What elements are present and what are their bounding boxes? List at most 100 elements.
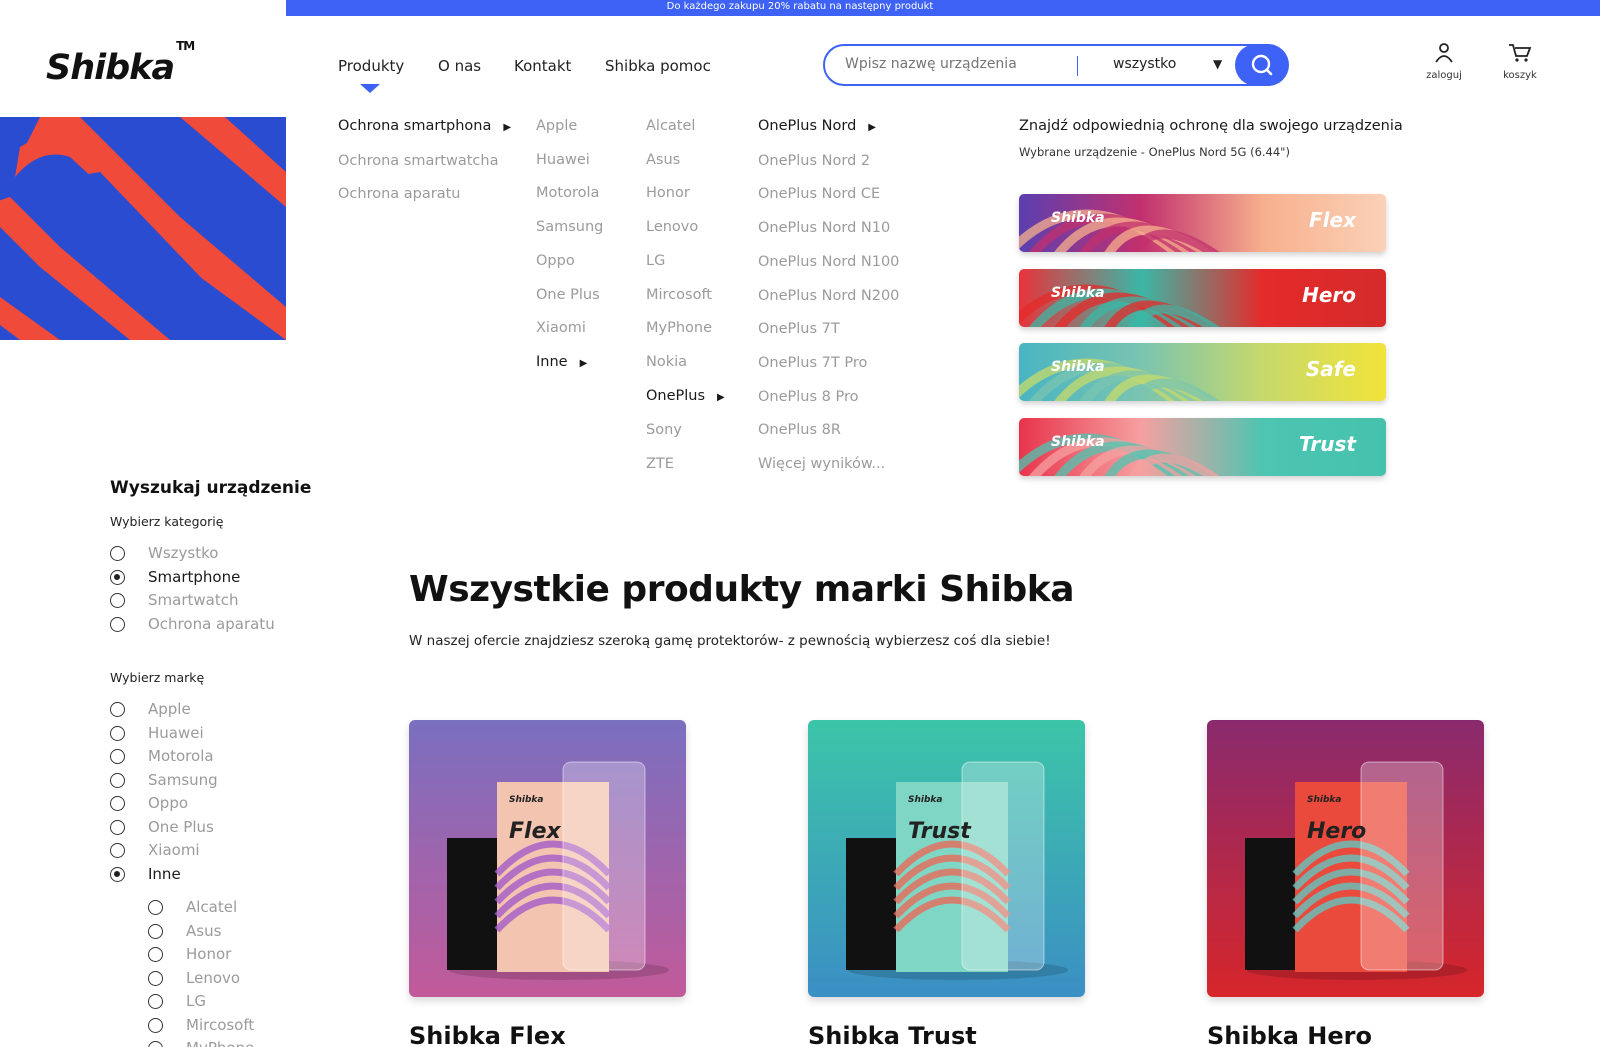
- banner-flex[interactable]: Shibka Flex: [1019, 194, 1386, 252]
- menu-model-item[interactable]: OnePlus Nord N200: [758, 280, 958, 314]
- radio-option[interactable]: Asus: [148, 920, 254, 944]
- product-name[interactable]: Shibka Trust: [808, 1022, 977, 1047]
- menu-model-item[interactable]: OnePlus 7T Pro: [758, 347, 958, 381]
- radio-option[interactable]: Smartphone: [110, 566, 275, 590]
- menu-brand-item[interactable]: Samsung: [536, 211, 636, 245]
- menu-brand-item[interactable]: One Plus: [536, 279, 636, 313]
- menu-model-item[interactable]: OnePlus Nord N100: [758, 246, 958, 280]
- search-category-select[interactable]: wszystko: [1113, 56, 1176, 72]
- menu-other-brand-item[interactable]: ZTE: [646, 448, 756, 482]
- menu-other-brand-item[interactable]: Lenovo: [646, 211, 756, 245]
- radio-option[interactable]: MyPhone: [148, 1037, 254, 1047]
- menu-model-item[interactable]: OnePlus 8 Pro: [758, 381, 958, 415]
- menu-model-item[interactable]: OnePlus 7T: [758, 313, 958, 347]
- product-name[interactable]: Shibka Flex: [409, 1022, 566, 1047]
- radio-option[interactable]: Smartwatch: [110, 589, 275, 613]
- banner-trust[interactable]: Shibka Trust: [1019, 418, 1386, 476]
- radio-button[interactable]: [148, 1017, 163, 1033]
- radio-option[interactable]: Alcatel: [148, 896, 254, 920]
- radio-label: Ochrona aparatu: [148, 614, 275, 633]
- radio-button[interactable]: [110, 725, 125, 741]
- radio-label: Huawei: [148, 723, 204, 742]
- radio-option[interactable]: Apple: [110, 698, 218, 722]
- menu-category-item[interactable]: Ochrona aparatu: [338, 178, 518, 212]
- banner-hero[interactable]: Shibka Hero: [1019, 269, 1386, 327]
- menu-category-item[interactable]: Ochrona smartwatcha: [338, 145, 518, 179]
- radio-option[interactable]: Motorola: [110, 745, 218, 769]
- radio-option[interactable]: One Plus: [110, 816, 218, 840]
- radio-option[interactable]: Lenovo: [148, 967, 254, 991]
- menu-other-brand-item[interactable]: LG: [646, 245, 756, 279]
- radio-button[interactable]: [110, 546, 125, 562]
- glass-protector: [1360, 761, 1444, 971]
- menu-brand-item[interactable]: Huawei: [536, 144, 636, 178]
- menu-brand-label: Inne: [536, 353, 568, 370]
- product-card-trust[interactable]: Shibka Trust: [808, 720, 1085, 997]
- search-button[interactable]: [1235, 44, 1289, 86]
- nav-produkty[interactable]: Produkty: [338, 57, 404, 75]
- radio-option[interactable]: Ochrona aparatu: [110, 613, 275, 637]
- menu-brand-item[interactable]: Inne ▶: [536, 346, 636, 381]
- radio-button[interactable]: [110, 843, 125, 859]
- menu-other-brand-item[interactable]: MyPhone: [646, 312, 756, 346]
- radio-button[interactable]: [148, 900, 163, 916]
- radio-option[interactable]: Honor: [148, 943, 254, 967]
- menu-model-item[interactable]: OnePlus Nord CE: [758, 178, 958, 212]
- radio-option[interactable]: Wszystko: [110, 542, 275, 566]
- nav-o-nas[interactable]: O nas: [438, 57, 481, 75]
- selected-device-text: Wybrane urządzenie - OnePlus Nord 5G (6.…: [1019, 145, 1290, 159]
- radio-option[interactable]: Xiaomi: [110, 839, 218, 863]
- menu-other-brand-item[interactable]: Honor: [646, 177, 756, 211]
- product-card-flex[interactable]: Shibka Flex: [409, 720, 686, 997]
- nav-kontakt[interactable]: Kontakt: [514, 57, 571, 75]
- product-name[interactable]: Shibka Hero: [1207, 1022, 1372, 1047]
- menu-model-item[interactable]: OnePlus Nord 2: [758, 145, 958, 179]
- menu-other-brand-item[interactable]: Nokia: [646, 346, 756, 380]
- menu-brand-item[interactable]: Apple: [536, 110, 636, 144]
- radio-button[interactable]: [110, 569, 125, 585]
- radio-button[interactable]: [148, 923, 163, 939]
- user-icon: [1435, 43, 1453, 63]
- page-title: Wszystkie produkty marki Shibka: [409, 569, 1075, 610]
- login-button[interactable]: zaloguj: [1419, 42, 1469, 81]
- cart-button[interactable]: koszyk: [1495, 42, 1545, 81]
- menu-category-item[interactable]: Ochrona smartphona ▶: [338, 110, 518, 145]
- menu-other-brand-item[interactable]: Mircosoft: [646, 279, 756, 313]
- logo[interactable]: ShibkaTM: [46, 39, 195, 88]
- radio-button[interactable]: [110, 702, 125, 718]
- product-card-hero[interactable]: Shibka Hero: [1207, 720, 1484, 997]
- radio-button[interactable]: [110, 819, 125, 835]
- radio-option[interactable]: LG: [148, 990, 254, 1014]
- radio-option[interactable]: Oppo: [110, 792, 218, 816]
- radio-button[interactable]: [110, 749, 125, 765]
- radio-button[interactable]: [148, 947, 163, 963]
- radio-button[interactable]: [110, 593, 125, 609]
- radio-option[interactable]: Huawei: [110, 722, 218, 746]
- radio-button[interactable]: [110, 616, 125, 632]
- radio-button[interactable]: [148, 1041, 163, 1047]
- banner-safe[interactable]: Shibka Safe: [1019, 343, 1386, 401]
- search-input[interactable]: [845, 56, 1065, 72]
- menu-other-brand-item[interactable]: Alcatel: [646, 110, 756, 144]
- radio-button[interactable]: [148, 970, 163, 986]
- menu-more-results-link[interactable]: Więcej wyników...: [758, 448, 958, 482]
- menu-model-item[interactable]: OnePlus 8R: [758, 414, 958, 448]
- menu-brand-item[interactable]: Oppo: [536, 245, 636, 279]
- radio-option[interactable]: Inne: [110, 863, 218, 887]
- radio-option[interactable]: Mircosoft: [148, 1014, 254, 1038]
- radio-option[interactable]: Samsung: [110, 769, 218, 793]
- banner-product-name: Trust: [1298, 432, 1356, 456]
- menu-brand-item[interactable]: Xiaomi: [536, 312, 636, 346]
- menu-other-brand-item[interactable]: Sony: [646, 414, 756, 448]
- radio-button[interactable]: [110, 796, 125, 812]
- radio-button[interactable]: [110, 772, 125, 788]
- menu-other-brand-item[interactable]: Asus: [646, 144, 756, 178]
- chevron-down-icon[interactable]: ▼: [1213, 57, 1222, 71]
- menu-brand-item[interactable]: Motorola: [536, 177, 636, 211]
- menu-model-item[interactable]: OnePlus Nord ▶: [758, 110, 958, 145]
- menu-other-brand-item[interactable]: OnePlus ▶: [646, 380, 756, 415]
- nav-shibka-pomoc[interactable]: Shibka pomoc: [605, 57, 711, 75]
- radio-button[interactable]: [110, 866, 125, 882]
- menu-model-item[interactable]: OnePlus Nord N10: [758, 212, 958, 246]
- radio-button[interactable]: [148, 994, 163, 1010]
